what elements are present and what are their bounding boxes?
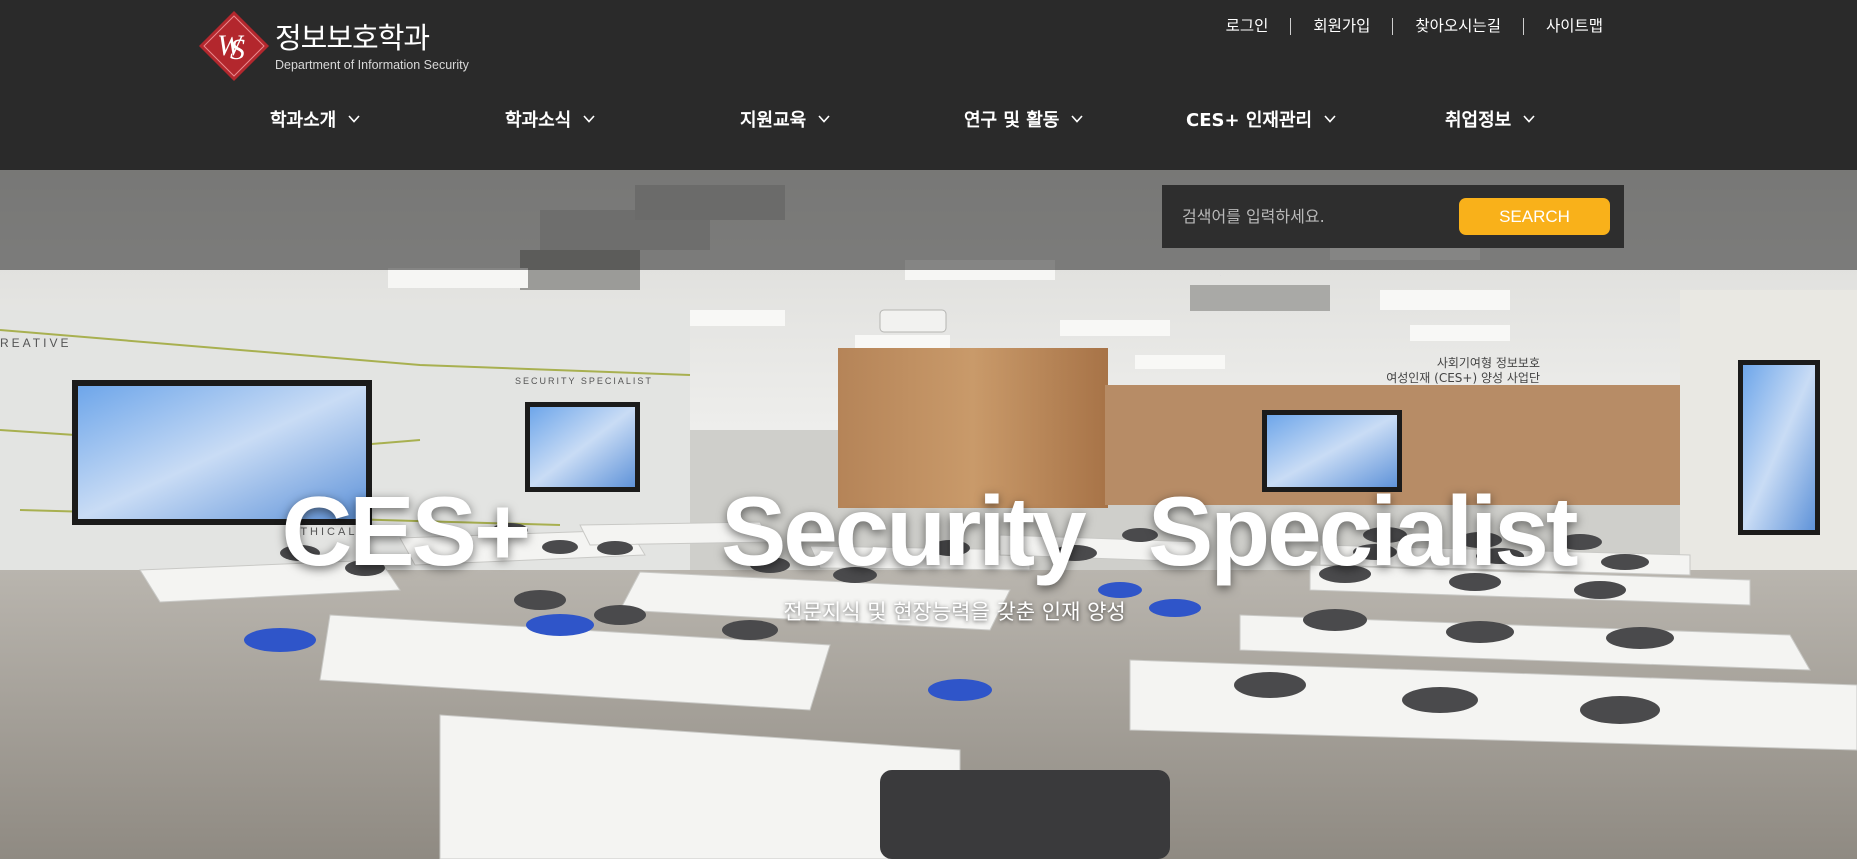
logo[interactable]: W S 정보보호학과 Department of Information Sec… (197, 8, 469, 84)
site-header: W S 정보보호학과 Department of Information Sec… (0, 0, 1857, 170)
wall-text: SECURITY SPECIALIST (515, 376, 653, 386)
signup-link[interactable]: 회원가입 (1291, 14, 1392, 38)
login-link[interactable]: 로그인 (1204, 14, 1291, 38)
nav-item-label: 취업정보 (1445, 110, 1512, 131)
nav-item-label: 지원교육 (740, 110, 807, 131)
nav-item-label: 학과소식 (505, 110, 572, 131)
search-button[interactable]: SEARCH (1459, 198, 1610, 235)
nav-item-research[interactable]: 연구 및 활동 (964, 100, 1085, 138)
sitemap-link[interactable]: 사이트맵 (1524, 14, 1603, 38)
logo-subtitle: Department of Information Security (275, 57, 469, 72)
hero-title-right: Security Specialist (720, 476, 1579, 586)
nav-item-label: 연구 및 활동 (964, 110, 1060, 131)
chevron-down-icon (1069, 111, 1085, 127)
hero-subtitle: 전문지식 및 현장능력을 갖춘 인재 양성 (783, 600, 1126, 624)
nav-item-news[interactable]: 학과소식 (505, 100, 597, 138)
utility-nav: 로그인 회원가입 찾아오시는길 사이트맵 (1204, 14, 1603, 38)
logo-mark-icon: W S (197, 9, 271, 83)
nav-item-education[interactable]: 지원교육 (740, 100, 832, 138)
search-input[interactable] (1182, 198, 1452, 234)
hero-title: CES+ Security Specialist (0, 475, 1857, 588)
sign-text: 사회기여형 정보보호 (1437, 356, 1540, 370)
main-nav: 학과소개 학과소식 지원교육 연구 및 활동 CES+ 인재관리 취업정보 (0, 100, 1857, 140)
search-box: SEARCH (1162, 185, 1624, 248)
chevron-down-icon (581, 111, 597, 127)
nav-item-talent[interactable]: CES+ 인재관리 (1186, 100, 1338, 138)
wall-text: REATIVE (0, 336, 71, 350)
chevron-down-icon (816, 111, 832, 127)
svg-text:S: S (230, 33, 245, 66)
nav-item-label: 학과소개 (270, 110, 337, 131)
chevron-down-icon (1322, 111, 1338, 127)
logo-title: 정보보호학과 (275, 20, 430, 55)
nav-item-label: CES+ 인재관리 (1186, 110, 1313, 131)
chevron-down-icon (346, 111, 362, 127)
hero-banner: REATIVE SECURITY SPECIALIST ETHICAL 사회기여… (0, 170, 1857, 859)
chevron-down-icon (1521, 111, 1537, 127)
nav-item-about[interactable]: 학과소개 (270, 100, 362, 138)
hero-title-left: CES+ (281, 476, 532, 586)
nav-item-jobs[interactable]: 취업정보 (1445, 100, 1537, 138)
sign-text: 여성인재 (CES+) 양성 사업단 (1386, 371, 1540, 385)
directions-link[interactable]: 찾아오시는길 (1393, 14, 1523, 38)
